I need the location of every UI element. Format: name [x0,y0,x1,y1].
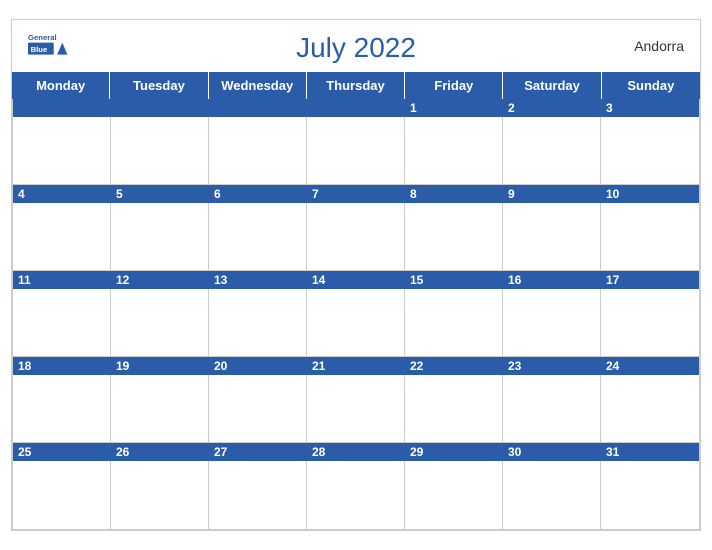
week-5-day-4-number: 28 [307,443,405,461]
week-2-cell-7 [601,203,699,271]
week-5-header: 25262728293031 [13,443,699,461]
day-monday: Monday [12,72,110,99]
week-2-cell-1 [13,203,111,271]
week-2-day-3-number: 6 [209,185,307,203]
week-5-day-2-number: 26 [111,443,209,461]
week-5-cell-6 [503,461,601,529]
week-2-cell-5 [405,203,503,271]
week-5-cell-5 [405,461,503,529]
day-headers: Monday Tuesday Wednesday Thursday Friday… [12,72,700,99]
week-3-day-4-number: 14 [307,271,405,289]
week-2-day-2-number: 5 [111,185,209,203]
week-4-day-7-number: 24 [601,357,699,375]
week-4-day-1-number: 18 [13,357,111,375]
svg-text:General: General [28,33,57,42]
week-3-cells [13,289,699,357]
day-wednesday: Wednesday [209,72,307,99]
calendar-body: 0000123456789101112131415161718192021222… [12,99,700,530]
week-4-cell-5 [405,375,503,443]
week-1-header: 0000123 [13,99,699,117]
week-1-day-6-number: 2 [503,99,601,117]
week-1-cell-7 [601,117,699,185]
week-2-cell-3 [209,203,307,271]
day-tuesday: Tuesday [110,72,208,99]
week-2-day-5-number: 8 [405,185,503,203]
week-2-header: 45678910 [13,185,699,203]
week-2-cell-6 [503,203,601,271]
week-1-cell-5 [405,117,503,185]
week-4-day-4-number: 21 [307,357,405,375]
week-1-cell-1 [13,117,111,185]
week-5-cell-1 [13,461,111,529]
week-3-cell-6 [503,289,601,357]
calendar-container: General Blue July 2022 Andorra Monday Tu… [11,19,701,531]
week-4-day-2-number: 19 [111,357,209,375]
day-thursday: Thursday [307,72,405,99]
day-sunday: Sunday [602,72,700,99]
logo-svg: General Blue [28,28,76,64]
week-2-day-6-number: 9 [503,185,601,203]
week-3-day-5-number: 15 [405,271,503,289]
week-3-cell-7 [601,289,699,357]
week-3-cell-5 [405,289,503,357]
svg-text:Blue: Blue [31,45,48,54]
week-4-cells [13,375,699,443]
week-5-cell-2 [111,461,209,529]
day-saturday: Saturday [503,72,601,99]
week-1-day-7-number: 3 [601,99,699,117]
week-2-day-1-number: 4 [13,185,111,203]
week-4-cell-2 [111,375,209,443]
calendar-header: General Blue July 2022 Andorra [12,20,700,72]
week-3-cell-4 [307,289,405,357]
week-5-day-7-number: 31 [601,443,699,461]
week-3-day-7-number: 17 [601,271,699,289]
week-4-cell-3 [209,375,307,443]
week-2-cells [13,203,699,271]
week-4-cell-1 [13,375,111,443]
calendar-title: July 2022 [296,32,416,64]
week-1-cells [13,117,699,185]
week-4-cell-6 [503,375,601,443]
week-2-cell-4 [307,203,405,271]
week-3-cell-1 [13,289,111,357]
week-1-cell-4 [307,117,405,185]
week-3-day-2-number: 12 [111,271,209,289]
week-3-cell-3 [209,289,307,357]
week-3-day-1-number: 11 [13,271,111,289]
day-friday: Friday [405,72,503,99]
week-5-cell-3 [209,461,307,529]
week-5-day-5-number: 29 [405,443,503,461]
week-3-day-3-number: 13 [209,271,307,289]
week-4-day-3-number: 20 [209,357,307,375]
week-1-cell-2 [111,117,209,185]
week-4-day-6-number: 23 [503,357,601,375]
week-4-cell-7 [601,375,699,443]
logo: General Blue [28,28,76,64]
week-4-cell-4 [307,375,405,443]
week-5-day-1-number: 25 [13,443,111,461]
week-3-header: 11121314151617 [13,271,699,289]
week-5-cells [13,461,699,529]
week-3-day-6-number: 16 [503,271,601,289]
country-label: Andorra [634,38,684,54]
week-1-day-5-number: 1 [405,99,503,117]
week-5-cell-4 [307,461,405,529]
week-4-header: 18192021222324 [13,357,699,375]
week-4-day-5-number: 22 [405,357,503,375]
week-5-day-3-number: 27 [209,443,307,461]
week-5-cell-7 [601,461,699,529]
week-5-day-6-number: 30 [503,443,601,461]
week-1-cell-3 [209,117,307,185]
week-2-day-7-number: 10 [601,185,699,203]
week-2-day-4-number: 7 [307,185,405,203]
week-1-cell-6 [503,117,601,185]
week-3-cell-2 [111,289,209,357]
week-2-cell-2 [111,203,209,271]
